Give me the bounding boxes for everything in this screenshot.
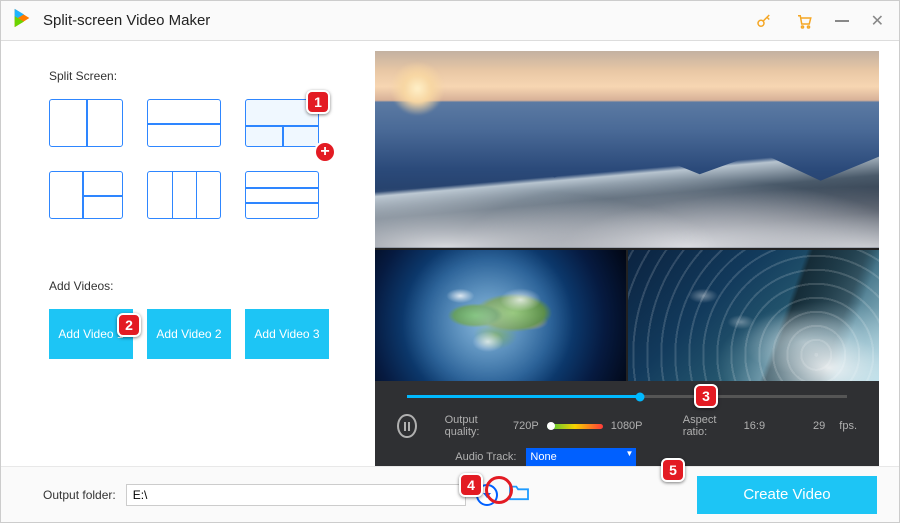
title-bar: Split-screen Video Maker ✕: [1, 1, 899, 41]
close-button[interactable]: ✕: [871, 11, 884, 31]
fps-unit: fps.: [839, 420, 857, 432]
progress-bar[interactable]: [407, 395, 847, 398]
layout-left-2right[interactable]: [49, 171, 123, 219]
preview-slot-2[interactable]: [375, 250, 626, 381]
app-logo-icon: [11, 7, 33, 34]
layout-2col[interactable]: [49, 99, 123, 147]
right-pane: Output quality: 720P 1080P Aspect ratio:…: [375, 41, 899, 456]
annotation-callout-1: 1: [306, 90, 330, 114]
create-video-button[interactable]: Create Video: [697, 476, 877, 514]
progress-fill: [407, 395, 640, 398]
output-folder-input[interactable]: [126, 484, 466, 506]
audio-track-select[interactable]: None: [526, 448, 636, 466]
annotation-callout-5: 5: [661, 458, 685, 482]
pause-button[interactable]: [397, 414, 416, 438]
quality-slider[interactable]: 720P 1080P: [513, 420, 643, 432]
fps-value: 29: [813, 420, 825, 432]
split-screen-label: Split Screen:: [49, 69, 347, 83]
aspect-ratio-label: Aspect ratio:: [683, 414, 730, 438]
minimize-button[interactable]: [835, 20, 849, 22]
layout-3col[interactable]: [147, 171, 221, 219]
key-icon[interactable]: [755, 12, 773, 30]
main-area: Split Screen: Add Videos: Add Video 1 Ad…: [1, 41, 899, 456]
add-video-2-button[interactable]: Add Video 2: [147, 309, 231, 359]
annotation-callout-3: 3: [694, 384, 718, 408]
layout-thumbnails: [49, 99, 347, 219]
preview-panel: [375, 51, 879, 381]
cart-icon[interactable]: [795, 12, 813, 30]
layout-2row[interactable]: [147, 99, 221, 147]
playback-controls: Output quality: 720P 1080P Aspect ratio:…: [375, 381, 879, 476]
add-video-buttons: Add Video 1 Add Video 2 Add Video 3: [49, 309, 347, 359]
quality-low-text: 720P: [513, 420, 539, 432]
add-videos-label: Add Videos:: [49, 279, 347, 293]
app-title: Split-screen Video Maker: [43, 12, 210, 29]
layout-3row[interactable]: [245, 171, 319, 219]
add-video-3-button[interactable]: Add Video 3: [245, 309, 329, 359]
footer-bar: Output folder: Create Video: [1, 466, 899, 522]
output-quality-label: Output quality:: [445, 414, 499, 438]
annotation-ring-4: [485, 476, 513, 504]
progress-handle[interactable]: [636, 392, 645, 401]
output-folder-label: Output folder:: [43, 488, 116, 502]
annotation-callout-4: 4: [459, 473, 483, 497]
aspect-ratio-value: 16:9: [744, 420, 765, 432]
audio-track-label: Audio Track:: [455, 451, 516, 463]
preview-slot-1[interactable]: [375, 51, 879, 248]
annotation-plus-badge: +: [314, 141, 336, 163]
quality-high-text: 1080P: [611, 420, 643, 432]
annotation-callout-2: 2: [117, 313, 141, 337]
preview-slot-3[interactable]: [628, 250, 879, 381]
